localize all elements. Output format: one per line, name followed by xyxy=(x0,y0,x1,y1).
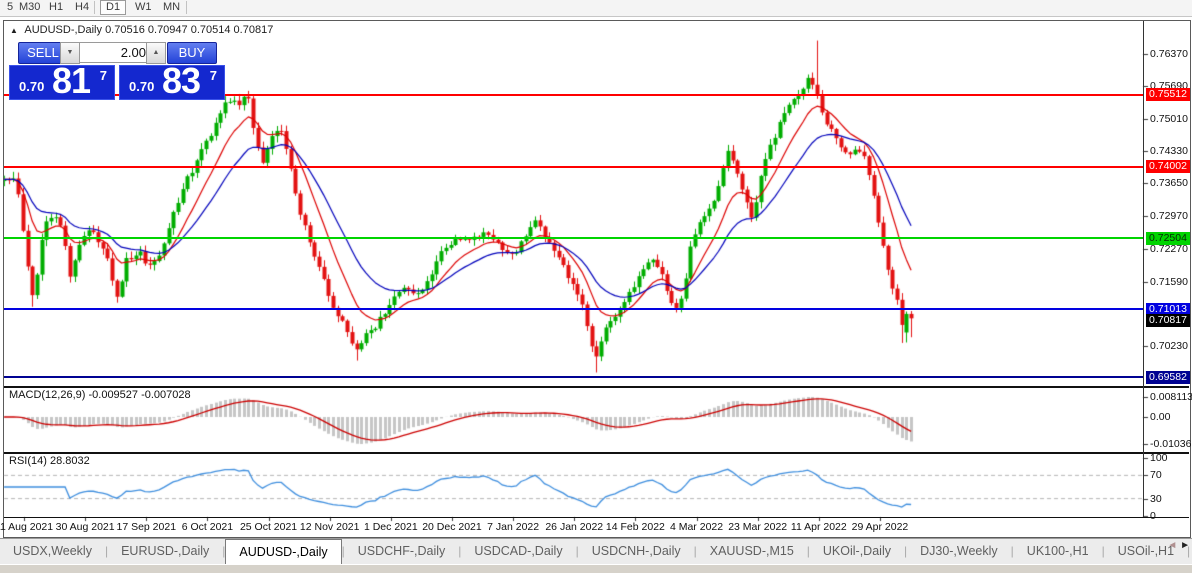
horizontal-level-line[interactable] xyxy=(4,376,1143,379)
date-label: 1 Dec 2021 xyxy=(363,521,418,533)
horizontal-level-line[interactable] xyxy=(4,165,1143,168)
date-label: 11 Apr 2022 xyxy=(790,521,847,533)
sell-price-prefix: 0.70 xyxy=(19,79,45,94)
buy-price-sup: 7 xyxy=(209,68,217,83)
tab-usdx-weekly[interactable]: USDX,Weekly xyxy=(0,539,105,565)
date-axis-separator xyxy=(4,517,1189,518)
macd-signal-value: -0.007028 xyxy=(141,389,191,401)
rsi-value: 28.8032 xyxy=(49,455,90,467)
macd-panel-separator xyxy=(4,386,1189,388)
buy-price-prefix: 0.70 xyxy=(129,79,155,94)
timeframe-button-w1[interactable]: W1 xyxy=(130,1,157,14)
symbol-title: AUDUSD-,Daily xyxy=(24,24,102,36)
horizontal-level-line[interactable] xyxy=(4,237,1143,239)
date-label: 12 Nov 2021 xyxy=(299,521,360,533)
date-label: 17 Sep 2021 xyxy=(116,521,177,533)
level-price-badge: 0.74002 xyxy=(1146,160,1190,174)
date-label: 6 Oct 2021 xyxy=(181,521,234,533)
tab-uk100-h1[interactable]: UK100-,H1 xyxy=(1014,539,1102,565)
level-price-badge: 0.69582 xyxy=(1146,370,1190,384)
tab-scroll-right-icon[interactable]: ► xyxy=(1180,540,1190,551)
timeframe-button-mn[interactable]: MN xyxy=(158,1,185,14)
tab-ukoil-daily[interactable]: UKOil-,Daily xyxy=(810,539,904,565)
ohlc-high: 0.70947 xyxy=(147,24,188,36)
ohlc-open: 0.70516 xyxy=(105,24,145,36)
macd-axis-max: 0.008113 xyxy=(1150,391,1192,403)
macd-axis-min: -0.010367 xyxy=(1150,438,1192,450)
tab-xauusd-m15[interactable]: XAUUSD-,M15 xyxy=(697,539,807,565)
date-label: 20 Dec 2021 xyxy=(422,521,482,533)
buy-price-big: 83 xyxy=(162,60,201,101)
level-price-badge: 0.75512 xyxy=(1146,88,1190,102)
macd-main-value: -0.009527 xyxy=(88,389,139,401)
symbol-header: ▲ AUDUSD-,Daily 0.70516 0.70947 0.70514 … xyxy=(10,24,273,36)
date-label: 26 Jan 2022 xyxy=(545,521,604,533)
symbol-tab-bar: USDX,Weekly | EURUSD-,Daily | AUDUSD-,Daily |… xyxy=(0,538,1192,565)
date-label: 11 Aug 2021 xyxy=(0,521,54,533)
horizontal-level-line[interactable] xyxy=(4,308,1143,310)
tab-audusd-daily[interactable]: AUDUSD-,Daily xyxy=(225,539,342,565)
sell-price-sup: 7 xyxy=(99,68,107,83)
sell-price-box[interactable]: 0.70 81 7 xyxy=(9,60,115,101)
date-label: 25 Oct 2021 xyxy=(239,521,298,533)
rsi-axis-70: 70 xyxy=(1150,469,1162,482)
timeframe-button-d1[interactable]: D1 xyxy=(100,0,127,15)
price-tick-label: 0.73650 xyxy=(1150,177,1188,190)
timeframe-button-h1[interactable]: H1 xyxy=(44,1,68,14)
date-label: 29 Apr 2022 xyxy=(851,521,909,533)
tab-scroll-left-icon[interactable]: ◄ xyxy=(1167,540,1177,551)
ohlc-low: 0.70514 xyxy=(190,24,231,36)
timeframe-toolbar: 5 M30 H1 H4 D1 W1 MN xyxy=(0,0,1192,17)
date-label: 4 Mar 2022 xyxy=(669,521,724,533)
rsi-axis-30: 30 xyxy=(1150,492,1162,505)
price-tick-label: 0.71590 xyxy=(1150,275,1188,288)
date-label: 14 Feb 2022 xyxy=(605,521,665,533)
buy-price-box[interactable]: 0.70 83 7 xyxy=(119,60,225,101)
price-tick-label: 0.75010 xyxy=(1150,112,1188,125)
price-axis-line xyxy=(1143,21,1144,517)
rsi-label: RSI(14) 28.8032 xyxy=(9,455,90,467)
price-tick-label: 0.70230 xyxy=(1150,340,1188,353)
tab-dj30-weekly[interactable]: DJ30-,Weekly xyxy=(907,539,1011,565)
toolbar-separator xyxy=(94,1,95,14)
date-label: 30 Aug 2021 xyxy=(55,521,115,533)
ohlc-close: 0.70817 xyxy=(233,24,274,36)
one-click-trade-panel: SELL ▼ 2.00 ▲ BUY 0.70 81 7 0.70 83 7 xyxy=(9,41,225,101)
price-tick-label: 0.74330 xyxy=(1150,145,1188,158)
rsi-axis-0: 0 xyxy=(1150,510,1156,522)
price-tick-label: 0.72970 xyxy=(1150,209,1188,222)
date-label: 7 Jan 2022 xyxy=(487,521,540,533)
level-price-badge: 0.72504 xyxy=(1146,231,1190,245)
toolbar-separator xyxy=(186,1,187,14)
timeframe-button-h4[interactable]: H4 xyxy=(70,1,94,14)
tab-usdchf-daily[interactable]: USDCHF-,Daily xyxy=(345,539,459,565)
volume-input[interactable]: 2.00 xyxy=(79,42,153,63)
rsi-panel-separator xyxy=(4,452,1189,454)
rsi-axis-100: 100 xyxy=(1150,452,1168,464)
macd-label: MACD(12,26,9) -0.009527 -0.007028 xyxy=(9,389,191,401)
tab-eurusd-daily[interactable]: EURUSD-,Daily xyxy=(108,539,222,565)
timeframe-button-m30[interactable]: M30 xyxy=(14,1,45,14)
symbol-marker-icon: ▲ xyxy=(10,26,18,35)
price-tick-label: 0.76370 xyxy=(1150,47,1188,60)
price-tick-label: 0.72270 xyxy=(1150,243,1188,256)
macd-axis-zero: 0.00 xyxy=(1150,411,1171,423)
tab-usdcnh-daily[interactable]: USDCNH-,Daily xyxy=(579,539,694,565)
current-price-badge: 0.70817 xyxy=(1146,314,1190,327)
sell-price-big: 81 xyxy=(52,60,91,101)
tab-scroll-buttons: ◄ ► xyxy=(1167,540,1190,551)
tab-usdcad-daily[interactable]: USDCAD-,Daily xyxy=(461,539,575,565)
date-label: 23 Mar 2022 xyxy=(728,521,788,533)
